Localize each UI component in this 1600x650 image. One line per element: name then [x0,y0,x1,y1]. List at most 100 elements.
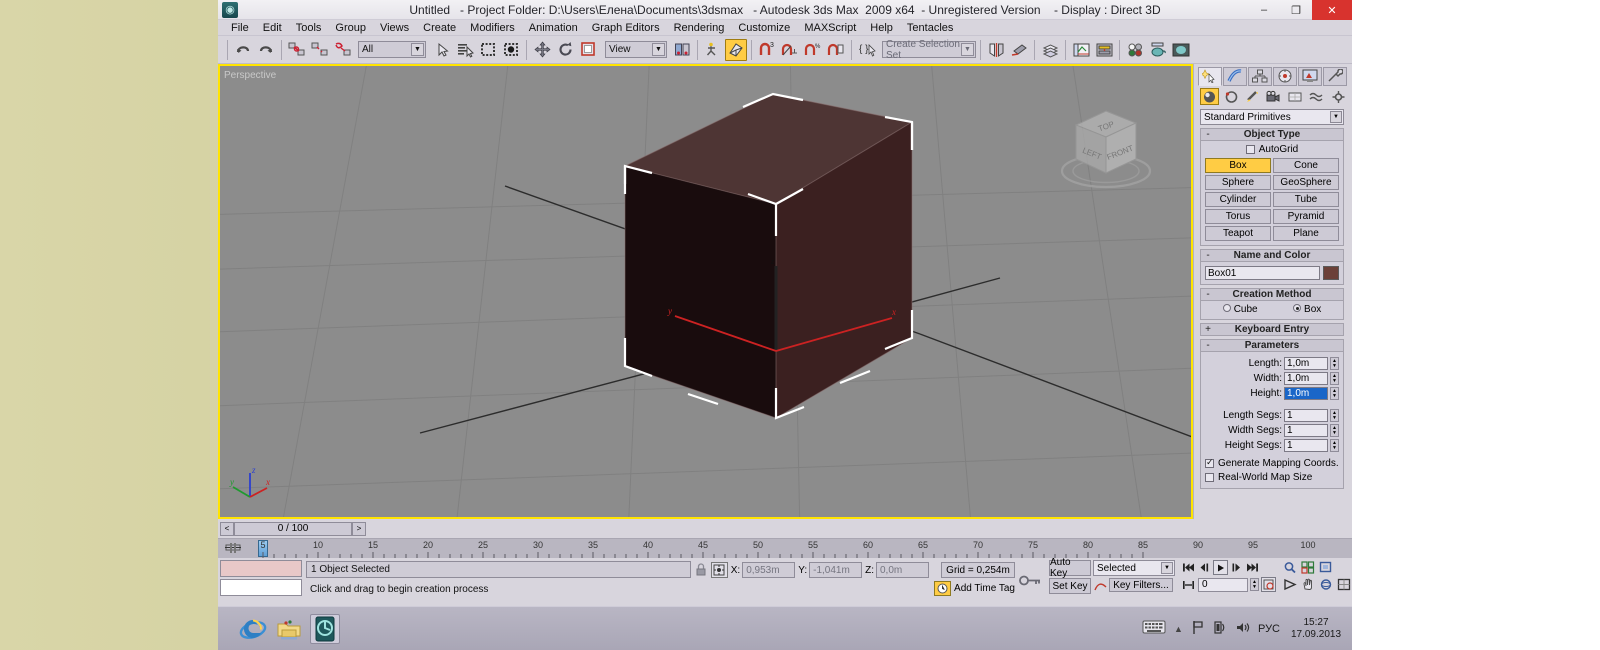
maximize-viewport-toggle-button[interactable] [1335,577,1352,592]
selection-level-combo[interactable]: Selected ▼ [1093,560,1175,576]
name-and-color-header[interactable]: - Name and Color [1200,249,1344,262]
object-name-input[interactable]: Box01 [1205,266,1320,280]
menu-create[interactable]: Create [416,20,463,36]
select-by-name-button[interactable] [454,39,476,61]
add-time-tag-label[interactable]: Add Time Tag [954,583,1015,594]
space-warps-subtab[interactable] [1307,88,1326,105]
select-and-manipulate-button[interactable] [702,39,724,61]
current-frame-spinner[interactable]: ▲ ▼ [1250,578,1259,591]
object-button-geosphere[interactable]: GeoSphere [1273,175,1339,190]
width-input[interactable]: 1,0m [1284,372,1328,385]
maxscript-listener-pink[interactable] [220,560,302,577]
show-hidden-icons-button[interactable]: ▲ [1174,624,1183,634]
object-type-header[interactable]: - Object Type [1200,128,1344,141]
spinner-snap-settings-button[interactable] [825,39,847,61]
menu-animation[interactable]: Animation [522,20,585,36]
clock[interactable]: 15:27 17.09.2013 [1288,617,1344,641]
object-button-plane[interactable]: Plane [1273,226,1339,241]
key-mode-toggle-icon[interactable] [1015,560,1047,600]
width-segs-input[interactable]: 1 [1284,424,1328,437]
motion-tab[interactable] [1273,66,1297,86]
key-filters-button[interactable]: Key Filters... [1109,578,1173,592]
lights-subtab[interactable] [1243,88,1262,105]
bind-to-space-warp-button[interactable] [332,39,354,61]
named-selection-sets-button[interactable]: { } [856,39,878,61]
key-mode-icon[interactable] [1181,577,1196,592]
object-color-swatch[interactable] [1323,266,1339,280]
autogrid-row[interactable]: AutoGrid [1205,144,1339,155]
menu-file[interactable]: File [224,20,256,36]
language-indicator[interactable]: РУС [1258,623,1280,635]
modify-tab[interactable] [1223,66,1247,86]
frame-counter[interactable]: 0 / 100 [234,521,352,536]
rectangular-selection-region-button[interactable] [477,39,499,61]
go-to-end-button[interactable] [1245,560,1260,575]
collapse-icon[interactable]: - [1203,340,1213,351]
height-input[interactable]: 1,0m [1284,387,1328,400]
set-key-button[interactable]: Set Key [1049,578,1091,594]
chevron-down-icon[interactable]: ▼ [411,43,424,56]
real-world-map-size-checkbox[interactable] [1205,473,1214,482]
length-segs-input[interactable]: 1 [1284,409,1328,422]
action-center-icon[interactable] [1191,620,1205,638]
autogrid-checkbox[interactable] [1245,145,1255,154]
zoom-extents-button[interactable] [1317,560,1334,575]
object-button-sphere[interactable]: Sphere [1205,175,1271,190]
chevron-down-icon[interactable]: ▼ [1161,562,1173,574]
chevron-down-icon[interactable]: ▼ [961,43,974,56]
unlink-selection-button[interactable] [309,39,331,61]
render-setup-button[interactable] [1147,39,1169,61]
schematic-view-button[interactable] [1093,39,1115,61]
lock-icon[interactable] [691,562,711,576]
menu-views[interactable]: Views [373,20,416,36]
field-of-view-button[interactable] [1281,577,1298,592]
object-button-cone[interactable]: Cone [1273,158,1339,173]
utilities-tab[interactable] [1323,66,1347,86]
menu-group[interactable]: Group [328,20,373,36]
menu-maxscript[interactable]: MAXScript [797,20,863,36]
perspective-viewport[interactable]: y x z Perspective TOP LEFT FRONT z y x [218,64,1193,519]
coord-z-input[interactable]: 0,0m [876,562,929,578]
expand-icon[interactable]: + [1203,324,1213,335]
object-button-torus[interactable]: Torus [1205,209,1271,224]
object-button-cylinder[interactable]: Cylinder [1205,192,1271,207]
cameras-subtab[interactable] [1264,88,1283,105]
zoom-button[interactable] [1281,560,1298,575]
angle-snap-toggle-button[interactable]: 3 [756,39,778,61]
select-and-scale-button[interactable] [577,39,599,61]
internet-explorer-icon[interactable] [238,614,268,644]
menu-help[interactable]: Help [863,20,900,36]
orbit-button[interactable] [1317,577,1334,592]
layer-manager-button[interactable] [1039,39,1061,61]
width-spinner[interactable]: ▲ ▼ [1330,372,1339,385]
radio-cube[interactable] [1222,304,1231,312]
zoom-all-button[interactable] [1299,560,1316,575]
percent-snap-toggle-button[interactable] [779,39,801,61]
select-and-link-button[interactable] [286,39,308,61]
shapes-subtab[interactable] [1221,88,1240,105]
display-tab[interactable] [1298,66,1322,86]
menu-tentacles[interactable]: Tentacles [900,20,960,36]
absolute-relative-toggle-icon[interactable] [710,562,728,578]
geometry-subtab[interactable] [1200,88,1220,105]
coord-x-input[interactable]: 0,953m [742,562,796,578]
systems-subtab[interactable] [1329,88,1348,105]
creation-method-box-option[interactable]: Box [1293,304,1321,315]
height-segs-input[interactable]: 1 [1284,439,1328,452]
height-segs-spinner[interactable]: ▲ ▼ [1330,439,1339,452]
creation-method-header[interactable]: - Creation Method [1200,288,1344,301]
previous-frame-button[interactable] [1197,560,1212,575]
helpers-subtab[interactable] [1286,88,1305,105]
track-bar[interactable]: 5 10 15 20 25 30 35 40 45 50 55 60 65 70… [218,538,1352,558]
object-button-tube[interactable]: Tube [1273,192,1339,207]
object-button-pyramid[interactable]: Pyramid [1273,209,1339,224]
3dsmax-taskbar-icon[interactable] [310,613,340,644]
creation-method-cube-option[interactable]: Cube [1222,304,1258,315]
current-frame-input[interactable]: 0 [1198,577,1248,592]
length-spinner[interactable]: ▲ ▼ [1330,357,1339,370]
collapse-icon[interactable]: - [1203,129,1213,140]
selection-filter-combo[interactable]: All ▼ [358,41,426,58]
close-button[interactable]: ✕ [1312,0,1352,20]
time-configuration-icon[interactable] [1261,577,1276,592]
select-and-move-button[interactable] [531,39,553,61]
